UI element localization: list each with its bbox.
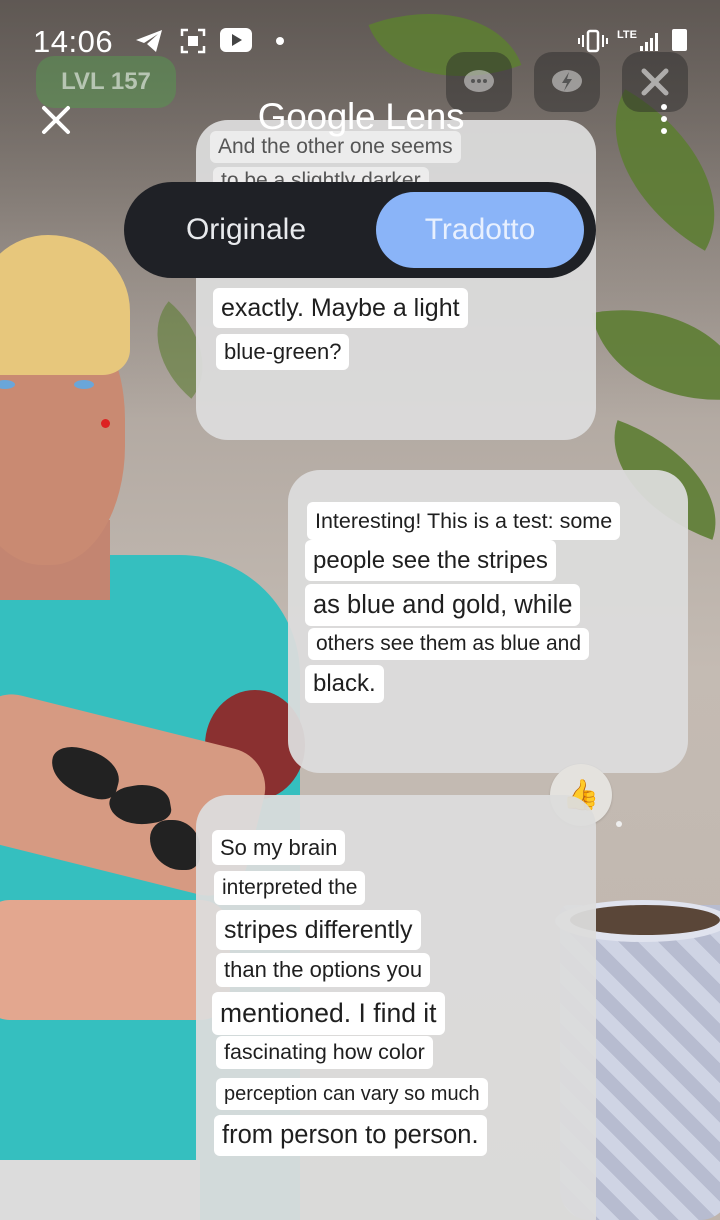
signal-icon [640,33,660,51]
lightning-chat-button[interactable] [534,52,600,112]
lightning-chat-icon [552,70,582,92]
toggle-translated[interactable]: Tradotto [376,192,584,268]
translated-line: mentioned. I find it [212,992,445,1035]
lens-title: Google Lens [257,96,465,137]
translated-line: people see the stripes [305,540,556,581]
status-time: 14:06 [33,24,114,59]
translated-line: blue-green? [216,334,350,370]
toggle-original[interactable]: Originale [146,192,346,268]
translated-line: stripes differently [216,910,421,950]
translated-line: from person to person. [214,1115,487,1156]
avatar-pants [0,1160,200,1220]
translation-toggle: Originale Tradotto [124,182,596,278]
translated-line: exactly. Maybe a light [213,288,468,328]
vibrate-icon [578,28,608,54]
translated-line: Interesting! This is a test: some [307,502,621,540]
network-type: LTE [617,29,637,41]
avatar-heart-mark [101,419,110,428]
translated-line: black. [305,665,384,703]
more-vert-icon [661,104,667,110]
translated-line: than the options you [216,953,431,987]
translated-line: So my brain [212,830,346,865]
more-options-button[interactable] [652,101,676,137]
close-icon [641,68,669,96]
scan-icon [180,28,206,54]
dot-icon [276,37,284,45]
close-icon [42,106,70,134]
translated-line: others see them as blue and [308,628,590,660]
reaction-dot [616,821,622,827]
translated-line: interpreted the [214,871,366,905]
translated-line: fascinating how color [216,1036,433,1069]
chat-bubble-icon [464,70,494,92]
lens-close-button[interactable] [36,100,76,140]
translated-line: as blue and gold, while [305,584,581,626]
battery-icon [672,29,687,51]
avatar-eye [74,380,94,389]
telegram-icon [134,28,164,54]
youtube-icon [220,28,252,52]
translated-line: perception can vary so much [216,1078,488,1110]
